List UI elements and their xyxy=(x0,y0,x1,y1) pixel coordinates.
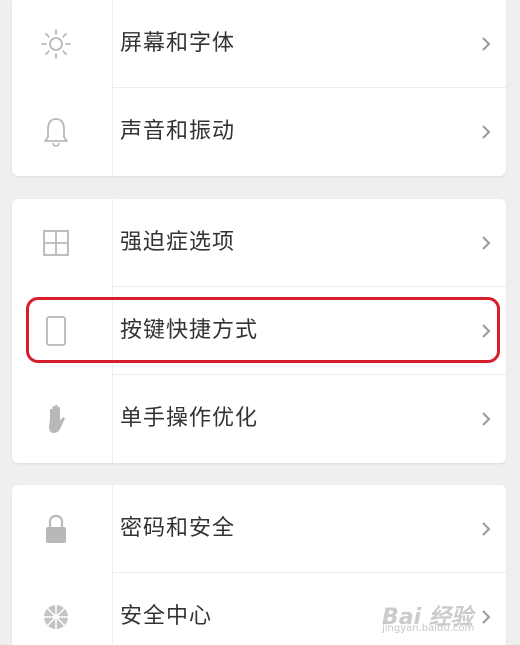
bell-icon xyxy=(12,88,100,176)
settings-item-label: 密码和安全 xyxy=(120,516,236,541)
settings-item-label: 屏幕和字体 xyxy=(120,31,236,56)
sun-icon xyxy=(12,0,100,88)
lock-icon xyxy=(12,485,100,573)
settings-group-display-sound: 屏幕和字体 声音和振动 xyxy=(12,0,506,176)
baidu-watermark: Bai 经验 jingyan.baidu.com xyxy=(382,599,512,639)
chevron-right-icon xyxy=(480,199,492,287)
chevron-right-icon xyxy=(480,485,492,573)
grid-icon xyxy=(12,199,100,287)
settings-screen: 屏幕和字体 声音和振动 强迫症选项 按键快捷方式 单手操作优化 密码和安全 安全… xyxy=(0,0,520,645)
hand-icon xyxy=(12,375,100,463)
settings-item-ocd-options[interactable]: 强迫症选项 xyxy=(12,199,506,287)
settings-item-label: 声音和振动 xyxy=(120,119,236,144)
settings-item-screen-font[interactable]: 屏幕和字体 xyxy=(12,0,506,88)
settings-item-label: 单手操作优化 xyxy=(120,406,259,431)
settings-item-label: 按键快捷方式 xyxy=(120,318,259,343)
chevron-right-icon xyxy=(480,287,492,375)
settings-item-password-security[interactable]: 密码和安全 xyxy=(12,485,506,573)
settings-item-label: 强迫症选项 xyxy=(120,230,236,255)
settings-group-operation: 强迫症选项 按键快捷方式 单手操作优化 xyxy=(12,199,506,463)
shield-wheel-icon xyxy=(12,573,100,645)
settings-item-sound-vibration[interactable]: 声音和振动 xyxy=(12,88,506,176)
chevron-right-icon xyxy=(480,0,492,88)
chevron-right-icon xyxy=(480,88,492,176)
chevron-right-icon xyxy=(480,375,492,463)
settings-item-one-hand[interactable]: 单手操作优化 xyxy=(12,375,506,463)
settings-item-key-shortcuts[interactable]: 按键快捷方式 xyxy=(12,287,506,375)
phone-icon xyxy=(12,287,100,375)
watermark-sub-text: jingyan.baidu.com xyxy=(382,623,475,634)
settings-item-label: 安全中心 xyxy=(120,604,213,629)
